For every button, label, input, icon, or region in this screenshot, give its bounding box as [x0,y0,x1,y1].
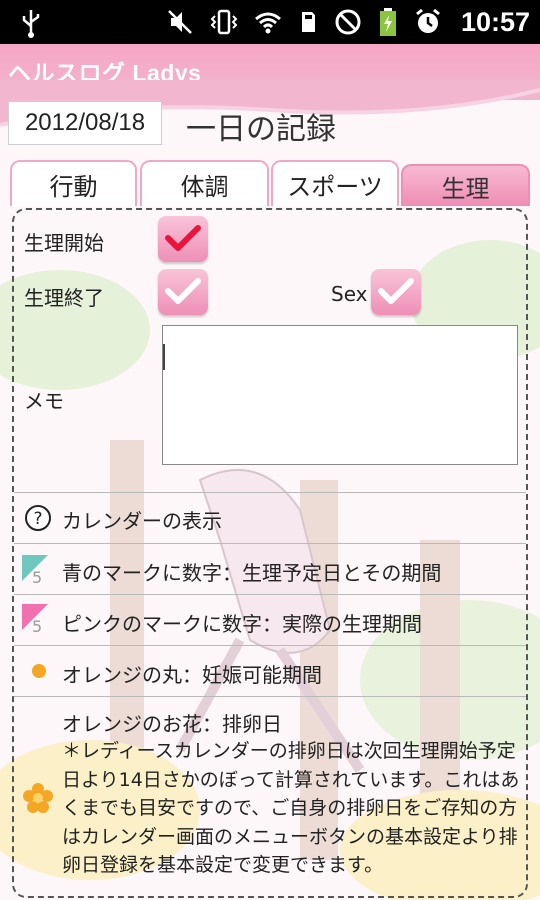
tab-activity[interactable]: 行動 [10,160,137,206]
tab-condition[interactable]: 体調 [140,160,269,206]
usb-icon [22,10,40,38]
tab-period[interactable]: 生理 [401,164,530,206]
checkmark-icon [165,278,201,304]
sd-card-icon [301,12,315,32]
divider [14,645,526,646]
period-end-label: 生理終了 [24,286,104,310]
status-bar: 10:57 [0,0,540,44]
divider [14,696,526,697]
battery-charging-icon [379,8,396,36]
ovulation-note: ＊レディースカレンダーの排卵日は次回生理開始予定日より14日さかのぼって計算され… [62,740,520,876]
pink-mark-icon: 5 [22,604,48,634]
orange-flower-icon [23,783,53,813]
divider [14,543,526,544]
pink-mark-number: 5 [32,617,42,634]
period-start-checkbox[interactable] [158,216,208,262]
svg-text:?: ? [33,509,42,529]
divider [14,492,526,493]
legend-header: カレンダーの表示 [62,509,222,533]
checkmark-icon [165,225,201,251]
memo-input[interactable] [162,325,518,465]
alarm-icon [416,8,440,33]
mute-icon [168,10,192,34]
divider [14,594,526,595]
sex-label: Sex [331,282,368,306]
blue-mark-icon: 5 [22,555,48,585]
wifi-icon [254,12,281,34]
text-cursor [163,344,165,370]
orange-circle-icon [32,664,46,678]
legend-item-blue: 青のマークに数字：生理予定日とその期間 [62,561,442,585]
sex-checkbox[interactable] [371,269,421,315]
blue-mark-number: 5 [32,568,42,585]
checkmark-icon [378,278,414,304]
memo-label: メモ [24,389,64,413]
help-icon: ? [25,505,51,531]
no-signal-icon [335,9,361,35]
legend-flower-title: オレンジのお花：排卵日 [62,712,282,736]
tab-sports[interactable]: スポーツ [271,160,399,206]
period-start-label: 生理開始 [24,231,104,255]
vibrate-icon [210,9,238,35]
clock: 10:57 [460,6,530,37]
legend-item-orange: オレンジの丸：妊娠可能期間 [62,663,322,687]
period-end-checkbox[interactable] [158,269,208,315]
legend-item-pink: ピンクのマークに数字：実際の生理期間 [62,612,422,636]
date-field[interactable]: 2012/08/18 [8,101,162,145]
page-title: 一日の記録 [186,112,336,147]
